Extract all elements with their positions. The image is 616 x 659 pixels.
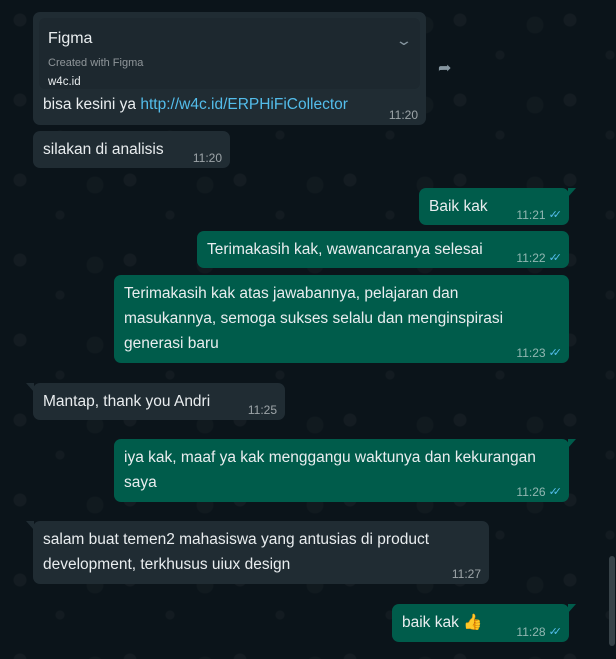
- message-time: 11:22: [516, 251, 546, 265]
- message-incoming[interactable]: salam buat temen2 mahasiswa yang antusia…: [26, 521, 489, 584]
- message-time: 11:20: [192, 151, 222, 165]
- message-meta: 11:27: [452, 567, 481, 581]
- message-link[interactable]: http://w4c.id/ERPHiFiCollector: [140, 96, 348, 113]
- message-text: Terimakasih kak atas jawabannya, pelajar…: [124, 281, 503, 356]
- bubble-tail: [568, 188, 576, 197]
- message-time: 11:21: [516, 208, 546, 222]
- message-text: baik kak 👍: [402, 614, 483, 631]
- message-text: salam buat temen2 mahasiswa yang antusia…: [43, 527, 429, 577]
- message-time: 11:27: [451, 567, 481, 581]
- message-outgoing[interactable]: iya kak, maaf ya kak menggangu waktunya …: [114, 439, 576, 502]
- message-outgoing[interactable]: Baik kak 11:21 ✓✓: [419, 188, 576, 225]
- message-text-part: bisa kesini ya: [43, 96, 141, 113]
- forward-icon[interactable]: ➦: [438, 58, 451, 78]
- message-outgoing[interactable]: baik kak 👍 11:28 ✓✓: [392, 604, 576, 642]
- chat-conversation: Figma Created with Figma w4c.id ⌄ bisa k…: [0, 0, 616, 659]
- message-time: 11:28: [516, 625, 546, 639]
- message-line: salam buat temen2 mahasiswa yang antusia…: [43, 531, 429, 548]
- message-outgoing[interactable]: Terimakasih kak atas jawabannya, pelajar…: [114, 275, 569, 363]
- message-meta: 11:22 ✓✓: [516, 251, 563, 265]
- message-incoming[interactable]: silakan di analisis 11:20: [33, 131, 230, 168]
- message-line: Terimakasih kak atas jawabannya, pelajar…: [124, 285, 459, 302]
- message-line: development, terkhusus uiux design: [43, 556, 291, 573]
- message-meta: 11:20: [193, 151, 222, 165]
- message-time: 11:23: [516, 346, 546, 360]
- link-preview-title: Figma: [48, 30, 93, 47]
- message-outgoing[interactable]: Terimakasih kak, wawancaranya selesai 11…: [197, 231, 569, 268]
- chat-scrollbar[interactable]: [609, 556, 615, 646]
- message-line: generasi baru: [124, 335, 219, 352]
- double-check-icon: ✓✓: [548, 486, 563, 498]
- double-check-icon: ✓✓: [548, 347, 563, 359]
- message-line: masukannya, semoga sukses selalu dan men…: [124, 310, 504, 327]
- message-incoming[interactable]: Mantap, thank you Andri 11:25: [26, 383, 285, 420]
- bubble-tail: [568, 439, 576, 448]
- link-preview[interactable]: Figma Created with Figma w4c.id ⌄: [39, 18, 420, 89]
- double-check-icon: ✓✓: [548, 209, 563, 221]
- message-time: 11:20: [388, 108, 418, 122]
- message-time: 11:25: [247, 403, 277, 417]
- message-meta: 11:21 ✓✓: [516, 208, 563, 222]
- bubble-tail: [26, 383, 34, 392]
- message-meta: 11:23 ✓✓: [516, 346, 563, 360]
- message-meta: 11:28 ✓✓: [516, 625, 563, 639]
- message-text: iya kak, maaf ya kak menggangu waktunya …: [124, 445, 536, 495]
- message-text: Mantap, thank you Andri: [43, 393, 211, 410]
- message-meta: 11:25: [248, 403, 277, 417]
- message-incoming[interactable]: Figma Created with Figma w4c.id ⌄ bisa k…: [33, 12, 426, 125]
- message-line: iya kak, maaf ya kak menggangu waktunya …: [124, 449, 536, 466]
- message-text: Baik kak: [429, 198, 488, 215]
- message-time: 11:26: [516, 485, 546, 499]
- message-text: bisa kesini ya http://w4c.id/ERPHiFiColl…: [43, 92, 348, 117]
- message-text: silakan di analisis: [43, 141, 164, 158]
- bubble-tail: [568, 604, 576, 613]
- bubble-tail: [26, 521, 34, 530]
- message-line: saya: [124, 474, 157, 491]
- double-check-icon: ✓✓: [548, 626, 563, 638]
- double-check-icon: ✓✓: [548, 252, 563, 264]
- chevron-down-icon[interactable]: ⌄: [395, 28, 413, 53]
- message-meta: 11:20: [389, 108, 418, 122]
- message-meta: 11:26 ✓✓: [516, 485, 563, 499]
- message-text: Terimakasih kak, wawancaranya selesai: [207, 241, 483, 258]
